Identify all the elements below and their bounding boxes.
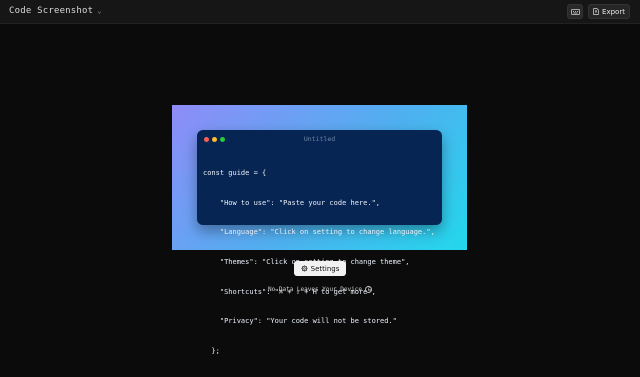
keyboard-shortcuts-button[interactable]: [567, 4, 583, 19]
keyboard-icon: [570, 8, 580, 15]
question-circle-icon[interactable]: ?: [364, 286, 372, 293]
gear-icon: [300, 265, 308, 272]
code-line: const guide = {: [203, 168, 267, 177]
window-title: Untitled: [303, 135, 336, 143]
app-title-dropdown[interactable]: Code Screenshot ⌄: [9, 6, 102, 16]
code-line: "Privacy": "Your code will not be stored…: [203, 317, 397, 326]
chevron-down-icon: ⌄: [97, 7, 102, 15]
settings-button[interactable]: Settings: [294, 261, 346, 276]
code-line: "How to use": "Paste your code here.",: [203, 198, 381, 207]
export-label: Export: [602, 7, 625, 16]
settings-label: Settings: [310, 264, 340, 273]
privacy-note: No Data Leaves Your Device ?: [0, 286, 640, 293]
file-export-icon: [593, 8, 599, 15]
privacy-text: No Data Leaves Your Device: [268, 286, 362, 293]
code-line: };: [203, 347, 220, 356]
export-button[interactable]: Export: [588, 4, 630, 19]
app-title: Code Screenshot: [9, 6, 94, 16]
top-bar: Code Screenshot ⌄ Export: [0, 0, 640, 24]
code-line: "Language": "Click on setting to change …: [203, 228, 435, 237]
code-window[interactable]: Untitled const guide = { "How to use": "…: [197, 130, 442, 355]
